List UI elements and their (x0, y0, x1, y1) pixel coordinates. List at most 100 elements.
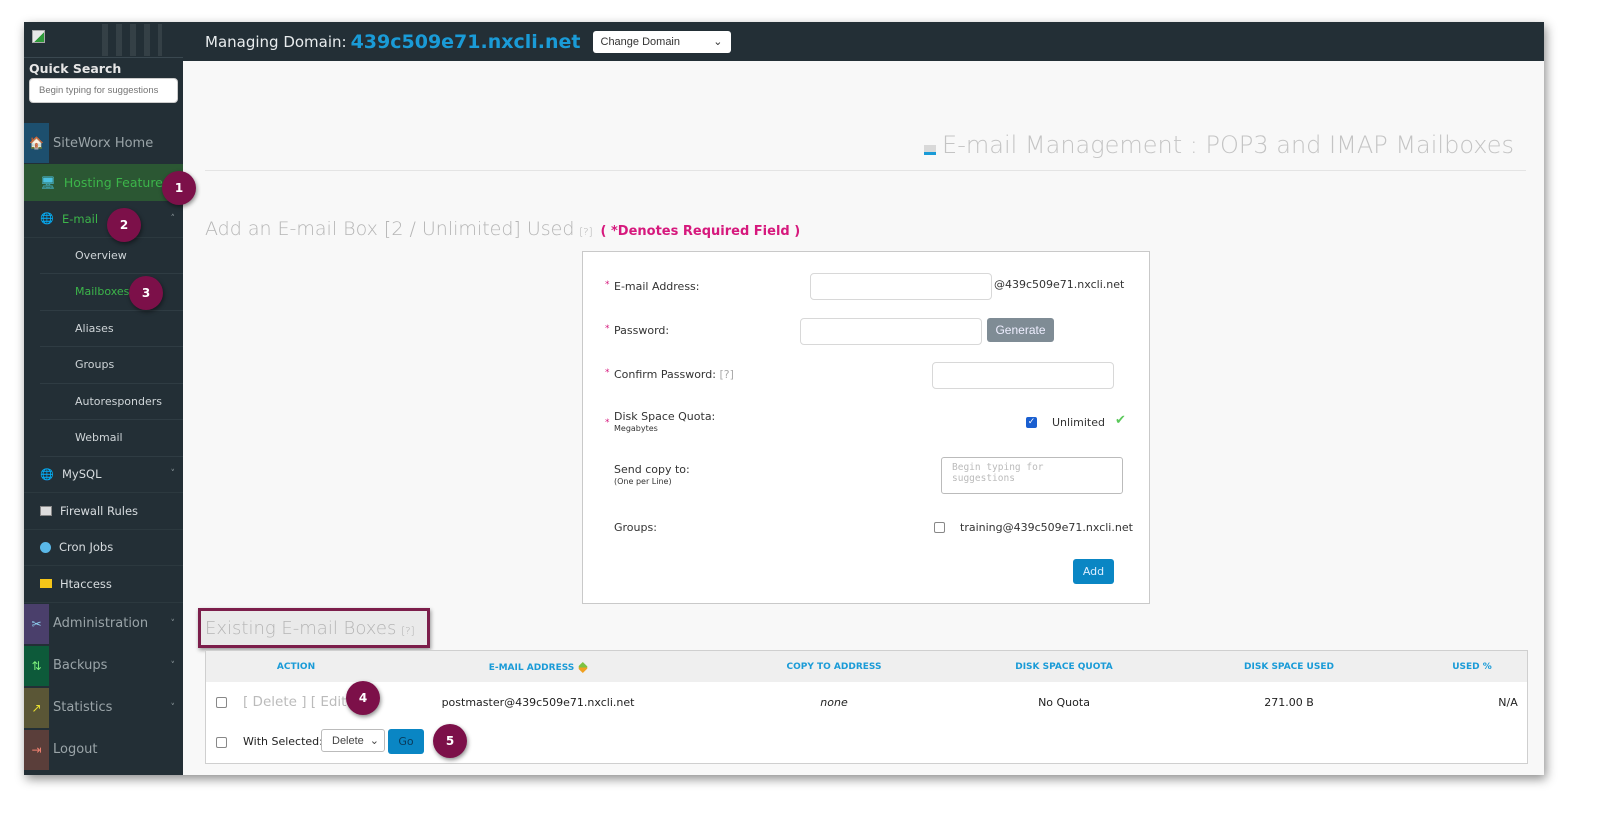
confirm-password-input[interactable] (932, 362, 1114, 389)
sidebar-item-logout[interactable]: ⇥ Logout (24, 729, 183, 771)
sidebar-item-hosting-features[interactable]: 🖥 Hosting Features (24, 164, 183, 201)
bulk-action-value: Delete (332, 734, 364, 747)
quick-search-input[interactable] (29, 78, 178, 103)
add-mailbox-form: * E-mail Address: @439c509e71.nxcli.net … (582, 251, 1150, 604)
clock-icon (40, 541, 51, 553)
chevron-down-icon: ˅ (170, 702, 176, 713)
sidebar-item-mysql[interactable]: 🌐 MySQL ˅ (24, 457, 183, 493)
sidebar-item-label: Backups (53, 658, 108, 673)
sidebar-subitem-aliases[interactable]: Aliases (40, 311, 183, 347)
sidebar-item-siteworx-home[interactable]: 🏠 SiteWorx Home (24, 122, 183, 164)
send-copy-textarea[interactable]: Begin typing for suggestions (941, 457, 1123, 494)
check-icon: ✔ (1115, 413, 1126, 428)
chevron-down-icon: ˅ (170, 618, 176, 629)
column-header-used-pct: USED % (1452, 662, 1492, 672)
bulk-action-select[interactable]: Delete ⌄ (321, 729, 385, 752)
sidebar-item-label: E-mail (62, 211, 99, 226)
sidebar-item-label: Administration (53, 616, 149, 631)
sidebar-item-label: Statistics (53, 700, 113, 715)
column-header-quota: DISK SPACE QUOTA (1015, 662, 1113, 672)
sidebar-item-cron-jobs[interactable]: Cron Jobs (24, 530, 183, 566)
disk-quota-label-wrap: Disk Space Quota: Megabytes (614, 410, 715, 433)
email-address-input[interactable] (810, 273, 992, 300)
home-icon: 🏠 (24, 123, 49, 163)
sidebar-item-statistics[interactable]: ↗ Statistics ˅ (24, 687, 183, 729)
sidebar-item-label: MySQL (62, 467, 102, 482)
change-domain-label: Change Domain (600, 35, 681, 48)
page-title-text: E-mail Management : POP3 and IMAP Mailbo… (942, 131, 1514, 159)
confirm-password-label-wrap: Confirm Password: [?] (614, 368, 734, 381)
mailbox-icon (924, 145, 937, 155)
annotation-badge: 4 (346, 681, 380, 715)
cell-quota: No Quota (1038, 696, 1090, 709)
generate-password-button[interactable]: Generate (987, 318, 1054, 342)
row-checkbox[interactable] (216, 697, 227, 708)
column-header-used: DISK SPACE USED (1244, 662, 1334, 672)
unlimited-label: Unlimited (1052, 416, 1105, 429)
sidebar-subitem-groups[interactable]: Groups (40, 347, 183, 384)
send-copy-hint: (One per Line) (614, 477, 672, 486)
email-icon: 🌐 (40, 212, 54, 226)
sidebar-item-firewall-rules[interactable]: Firewall Rules (24, 493, 183, 530)
column-header-copy-to: COPY TO ADDRESS (786, 662, 882, 672)
group-option-label: training@439c509e71.nxcli.net (960, 521, 1133, 534)
help-link[interactable]: [?] (401, 626, 414, 637)
annotation-badge: 3 (129, 276, 163, 310)
help-link[interactable]: [?] (719, 368, 733, 381)
chevron-down-icon: ˅ (170, 660, 176, 671)
sidebar: Quick Search 🏠 SiteWorx Home 🖥 Hosting F… (24, 22, 183, 775)
select-all-checkbox[interactable] (216, 737, 227, 748)
password-label: Password: (614, 324, 670, 337)
chevron-up-icon: ˄ (170, 213, 176, 224)
go-button[interactable]: Go (388, 729, 424, 754)
password-input[interactable] (800, 318, 982, 345)
managing-domain-label: Managing Domain: (205, 32, 347, 51)
logout-icon: ⇥ (24, 729, 49, 770)
existing-mailboxes-heading: Existing E-mail Boxes [?] (205, 618, 414, 639)
sidebar-subitem-webmail[interactable]: Webmail (40, 420, 183, 457)
chevron-down-icon: ⌄ (369, 735, 379, 747)
main-content: E-mail Management : POP3 and IMAP Mailbo… (183, 61, 1544, 775)
existing-mailboxes-heading-text: Existing E-mail Boxes (205, 618, 397, 639)
sidebar-item-label: Firewall Rules (60, 503, 139, 518)
annotation-badge: 2 (107, 208, 141, 242)
groups-label: Groups: (614, 521, 657, 534)
chevron-down-icon: ⌄ (713, 36, 723, 48)
logo-broken-image-icon[interactable] (32, 30, 45, 43)
sidebar-item-label: Logout (53, 742, 98, 757)
row-actions[interactable]: [ Delete ] [ Edit ] (243, 694, 356, 710)
column-header-email[interactable]: E-MAIL ADDRESS (489, 662, 588, 673)
required-star: * (605, 324, 610, 334)
quick-search-label: Quick Search (29, 61, 122, 76)
sort-icon[interactable] (578, 662, 588, 673)
folder-icon (40, 579, 52, 589)
backup-arrows-icon: ⇅ (24, 645, 49, 686)
confirm-password-label: Confirm Password: (614, 368, 716, 381)
database-icon: 🌐 (40, 467, 54, 481)
bulk-actions-row: With Selected: Delete ⌄ Go (206, 727, 1527, 757)
send-copy-label-wrap: Send copy to: (One per Line) (614, 463, 690, 486)
terminal-icon (40, 505, 52, 516)
change-domain-select[interactable]: Change Domain ⌄ (592, 30, 731, 53)
mailboxes-table: ACTION E-MAIL ADDRESS COPY TO ADDRESS DI… (205, 650, 1528, 764)
add-mailbox-heading-text: Add an E-mail Box [2 / Unlimited] Used (205, 218, 575, 240)
unlimited-checkbox[interactable]: ✓ (1026, 417, 1037, 428)
add-mailbox-heading: Add an E-mail Box [2 / Unlimited] Used [… (205, 218, 800, 240)
cell-copy-to: none (820, 696, 848, 709)
annotation-badge: 5 (433, 724, 467, 758)
sidebar-item-email[interactable]: 🌐 E-mail ˄ (24, 201, 183, 238)
sidebar-item-label: Cron Jobs (59, 540, 114, 555)
help-link[interactable]: [?] (579, 227, 592, 238)
sidebar-item-administration[interactable]: ✂ Administration ˅ (24, 603, 183, 645)
sidebar-subitem-overview[interactable]: Overview (40, 238, 183, 274)
add-mailbox-button[interactable]: Add (1073, 559, 1114, 584)
sidebar-item-htaccess[interactable]: Htaccess (24, 566, 183, 603)
chevron-down-icon: ˅ (170, 469, 176, 480)
sidebar-subitem-autoresponders[interactable]: Autoresponders (40, 384, 183, 420)
group-checkbox[interactable] (934, 522, 945, 533)
cell-used: 271.00 B (1264, 696, 1314, 709)
column-header-email-text: E-MAIL ADDRESS (488, 662, 575, 673)
disk-quota-label: Disk Space Quota: (614, 410, 716, 423)
sidebar-item-backups[interactable]: ⇅ Backups ˅ (24, 645, 183, 687)
with-selected-label: With Selected: (243, 735, 323, 748)
